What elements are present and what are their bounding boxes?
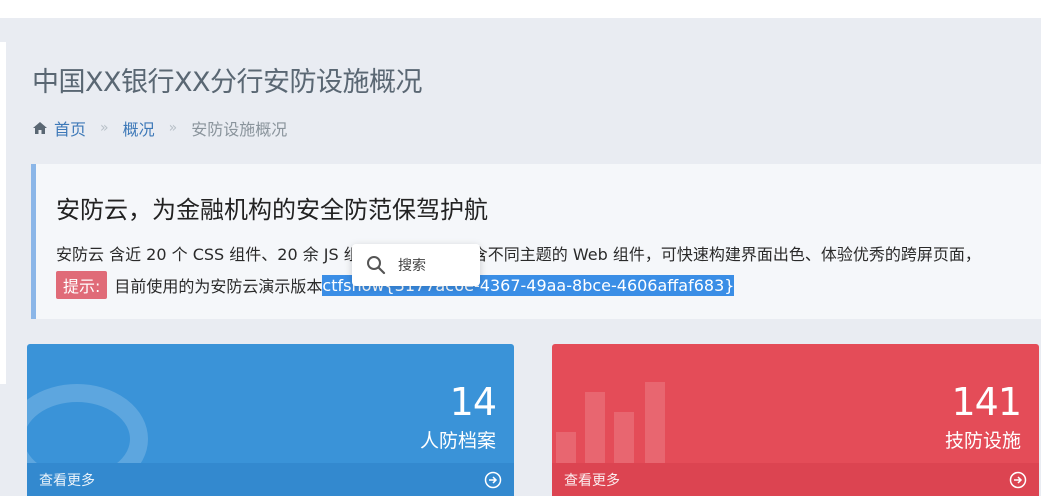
breadcrumb-home-link[interactable]: 首页 — [54, 116, 86, 140]
version-text: 目前使用的为安防云演示版本 — [114, 277, 323, 296]
card-count: 141 — [951, 380, 1022, 424]
card-footer[interactable]: 查看更多 — [552, 463, 1039, 496]
breadcrumb: 首页 » 概况 » 安防设施概况 — [32, 116, 287, 140]
home-icon — [33, 122, 47, 134]
page-title: 中国XX银行XX分行安防设施概况 — [32, 67, 423, 98]
info-callout: 安防云，为金融机构的安全防范保驾护航 安防云 含近 20 个 CSS 组件、20… — [31, 164, 1041, 319]
card-label: 人防档案 — [419, 430, 496, 452]
stat-card-tech-defense[interactable]: 141 技防设施 查看更多 — [552, 344, 1039, 496]
arrow-circle-right-icon[interactable] — [484, 471, 502, 489]
tip-badge: 提示: — [56, 271, 108, 299]
search-icon — [367, 256, 386, 275]
view-more-link[interactable]: 查看更多 — [39, 470, 95, 490]
breadcrumb-separator: » — [100, 120, 109, 136]
selection-search-popup[interactable]: 搜索 — [352, 244, 480, 286]
card-count: 14 — [449, 380, 497, 424]
breadcrumb-overview-link[interactable]: 概况 — [123, 116, 155, 140]
arrow-circle-right-icon[interactable] — [1009, 471, 1027, 489]
card-label: 技防设施 — [944, 430, 1021, 452]
stat-card-civil-defense[interactable]: 14 人防档案 查看更多 — [27, 344, 514, 496]
card-footer[interactable]: 查看更多 — [27, 463, 514, 496]
top-bar — [0, 0, 1041, 18]
sidebar-edge — [0, 42, 6, 384]
callout-title: 安防云，为金融机构的安全防范保驾护航 — [56, 196, 488, 224]
view-more-link[interactable]: 查看更多 — [564, 470, 620, 490]
breadcrumb-separator: » — [168, 120, 178, 136]
breadcrumb-current: 安防设施概况 — [191, 120, 288, 139]
search-label: 搜索 — [398, 258, 426, 274]
callout-description: 安防云 含近 20 个 CSS 组件、20 余 JS 组件，更有多个包含不同主题… — [56, 245, 981, 264]
